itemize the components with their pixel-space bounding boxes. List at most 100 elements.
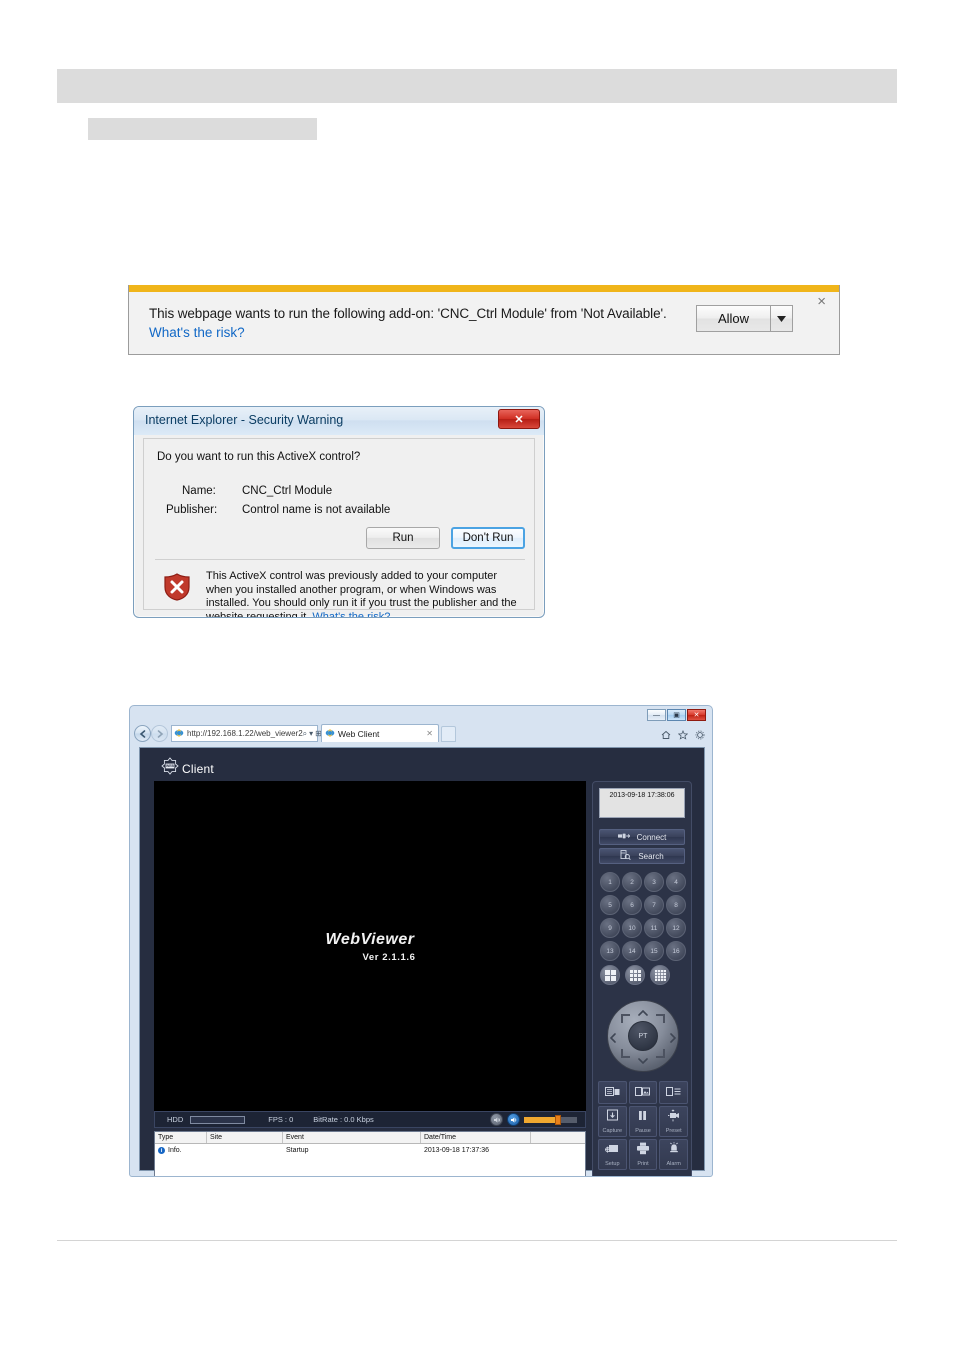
layout-2x2-icon[interactable] (600, 965, 620, 985)
pause-label: Pause (635, 1128, 651, 1134)
setup-button[interactable]: Setup (598, 1139, 627, 1170)
volume-slider[interactable] (524, 1114, 577, 1125)
fps-readout: FPS : 0 (268, 1115, 293, 1124)
channel-button-14[interactable]: 14 (622, 941, 642, 961)
ptz-joystick[interactable]: PT (607, 1000, 679, 1072)
chevron-right-icon[interactable] (670, 1030, 677, 1048)
channel-button-7[interactable]: 7 (644, 895, 664, 915)
forward-arrow-icon[interactable] (151, 725, 168, 742)
chevron-left-icon[interactable] (609, 1030, 616, 1048)
run-button[interactable]: Run (366, 527, 440, 549)
event-log-table[interactable]: Type Site Event Date/Time i Info. Startu… (154, 1131, 586, 1176)
layout-buttons (600, 965, 670, 985)
page-footer-divider (57, 1240, 897, 1241)
column-header-site: Site (207, 1132, 283, 1143)
channel-button-8[interactable]: 8 (666, 895, 686, 915)
speaker-icon[interactable] (507, 1113, 520, 1126)
pause-icon (636, 1109, 649, 1127)
video-display-area[interactable]: WebViewer Ver 2.1.1.6 (154, 781, 586, 1111)
redacted-header-banner (57, 69, 897, 103)
channel-button-15[interactable]: 15 (644, 941, 664, 961)
channel-button-13[interactable]: 13 (600, 941, 620, 961)
preset-label: Preset (665, 1128, 682, 1134)
allow-button[interactable]: Allow (696, 305, 770, 332)
channel-button-11[interactable]: 11 (644, 918, 664, 938)
ptz-corner-bottom-right-icon[interactable] (656, 1049, 665, 1058)
webviewer-brand: WebViewer (325, 931, 415, 948)
address-bar[interactable]: http://192.168.1.22/web_viewer2 ⌕ ▾ ⊞ ↻ (171, 725, 331, 742)
browser-toolbar-icons (661, 727, 705, 745)
ptz-corner-top-left-icon[interactable] (621, 1014, 630, 1023)
magnifier-icon[interactable]: ⌕ (303, 729, 307, 739)
volume-knob[interactable] (554, 1114, 561, 1125)
webviewer-version: Ver 2.1.1.6 (362, 952, 416, 963)
dont-run-button[interactable]: Don't Run (451, 527, 525, 549)
redacted-section-heading (88, 118, 317, 140)
channel-button-5[interactable]: 5 (600, 895, 620, 915)
table-row[interactable]: i Info. Startup 2013-09-18 17:37:36 (155, 1144, 585, 1157)
dialog-titlebar: Internet Explorer - Security Warning ✕ (134, 407, 544, 435)
ptz-corner-top-right-icon[interactable] (656, 1014, 665, 1023)
channel-button-10[interactable]: 10 (622, 918, 642, 938)
minimize-button[interactable]: — (647, 709, 666, 721)
back-arrow-icon[interactable] (134, 725, 151, 742)
channel-button-3[interactable]: 3 (644, 872, 664, 892)
whats-the-risk-link[interactable]: What's the risk? (149, 323, 245, 342)
layout-3x3-icon[interactable] (625, 965, 645, 985)
close-button[interactable]: ✕ (687, 709, 706, 721)
cell-datetime: 2013-09-18 17:37:36 (424, 1147, 489, 1154)
alarm-button[interactable]: Alarm (659, 1139, 688, 1170)
restore-button[interactable]: ▣ (667, 709, 686, 721)
column-header-datetime: Date/Time (421, 1132, 531, 1143)
channel-button-12[interactable]: 12 (666, 918, 686, 938)
control-name-value: CNC_Ctrl Module (242, 485, 333, 497)
chevron-up-icon[interactable] (638, 1003, 648, 1021)
chevron-down-icon[interactable] (770, 305, 793, 332)
monitor-image-icon[interactable] (628, 1081, 658, 1104)
channel-button-4[interactable]: 4 (666, 872, 686, 892)
monitor-list-icon[interactable] (659, 1081, 688, 1104)
settings-gear-icon[interactable] (695, 727, 705, 745)
capture-button[interactable]: Capture (598, 1106, 627, 1137)
bitrate-readout: BitRate : 0.0 Kbps (313, 1115, 373, 1124)
ptz-corner-bottom-left-icon[interactable] (621, 1049, 630, 1058)
channel-button-2[interactable]: 2 (622, 872, 642, 892)
plug-connect-icon (617, 832, 631, 842)
close-icon[interactable]: × (817, 293, 826, 310)
ptz-center-button[interactable]: PT (628, 1021, 658, 1051)
browser-tab-web-client[interactable]: Web Client ✕ (321, 724, 439, 742)
close-icon[interactable]: ✕ (426, 729, 433, 738)
channel-button-6[interactable]: 6 (622, 895, 642, 915)
pause-button[interactable]: Pause (628, 1106, 658, 1137)
preset-button[interactable]: Preset (659, 1106, 688, 1137)
cell-event: Startup (286, 1147, 309, 1154)
channel-button-9[interactable]: 9 (600, 918, 620, 938)
allow-button-group: Allow (696, 305, 793, 332)
addon-notification-bar: This webpage wants to run the following … (128, 285, 840, 355)
viewer-control-panel: 2013-09-18 17:38:06 Connect Search 1 2 3… (592, 781, 692, 1176)
connect-button[interactable]: Connect (599, 829, 685, 845)
print-button[interactable]: Print (628, 1139, 658, 1170)
control-name-label: Name: (182, 485, 216, 497)
dialog-title: Internet Explorer - Security Warning (145, 413, 344, 427)
close-icon[interactable]: ✕ (498, 409, 540, 429)
column-header-event: Event (283, 1132, 421, 1143)
layout-4x4-icon[interactable] (650, 965, 670, 985)
channel-button-1[interactable]: 1 (600, 872, 620, 892)
chevron-down-icon[interactable] (638, 1051, 648, 1069)
search-button[interactable]: Search (599, 848, 685, 864)
new-tab-button[interactable] (441, 726, 456, 742)
dialog-divider (155, 559, 525, 560)
favorites-star-icon[interactable] (677, 727, 689, 745)
dialog-question: Do you want to run this ActiveX control? (157, 451, 361, 463)
web-client-logo-text: Client (182, 761, 214, 776)
dual-monitor-icon[interactable] (598, 1081, 627, 1104)
clock-display: 2013-09-18 17:38:06 (599, 788, 685, 818)
channel-button-16[interactable]: 16 (666, 941, 686, 961)
setup-gear-icon (604, 1142, 619, 1160)
home-icon[interactable] (661, 727, 671, 745)
chevron-down-icon[interactable]: ▾ (309, 729, 313, 738)
warning-risk-link[interactable]: What's the risk? (312, 611, 390, 618)
tab-label: Web Client (338, 728, 380, 739)
mute-icon[interactable] (490, 1113, 503, 1126)
